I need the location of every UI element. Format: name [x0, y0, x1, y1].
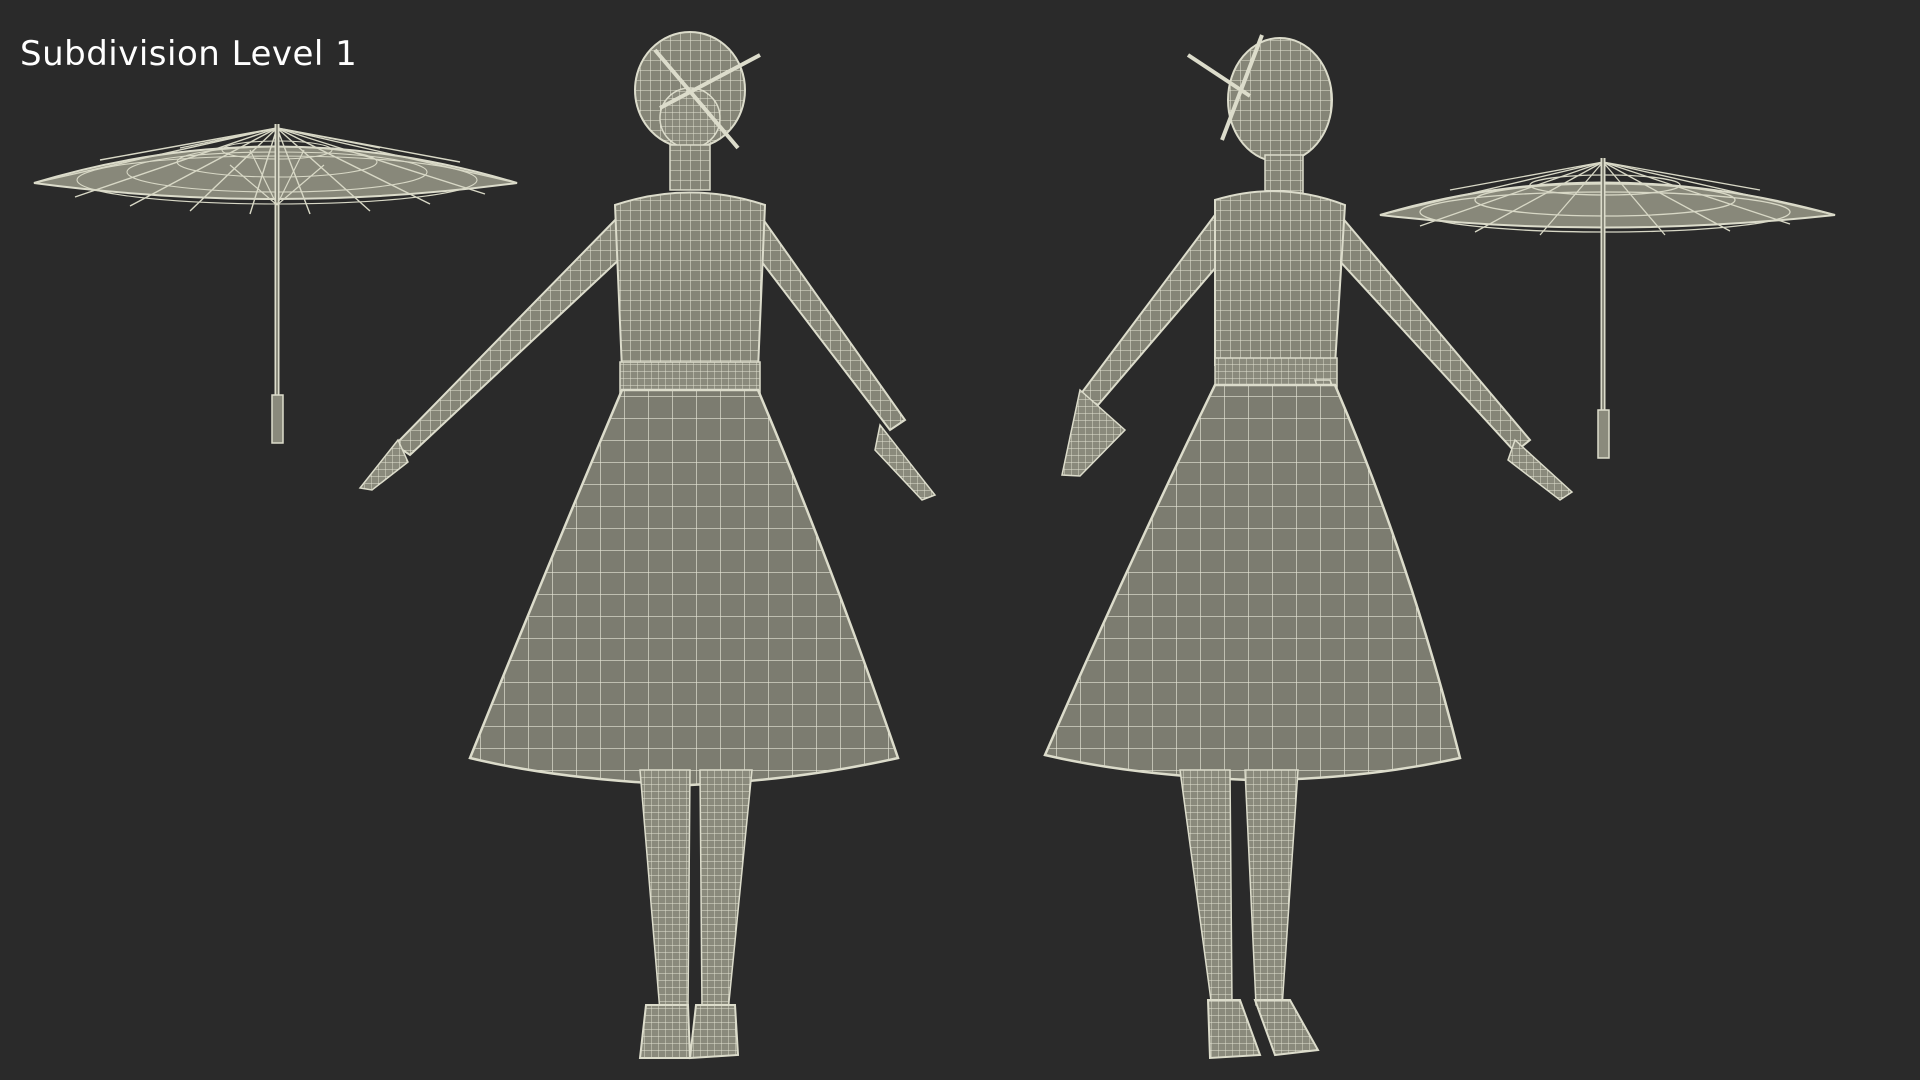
render-viewport: Subdivision Level 1 — [0, 0, 1920, 1080]
wireframe-scene — [33, 31, 1836, 1060]
umbrella-right — [1379, 158, 1836, 459]
